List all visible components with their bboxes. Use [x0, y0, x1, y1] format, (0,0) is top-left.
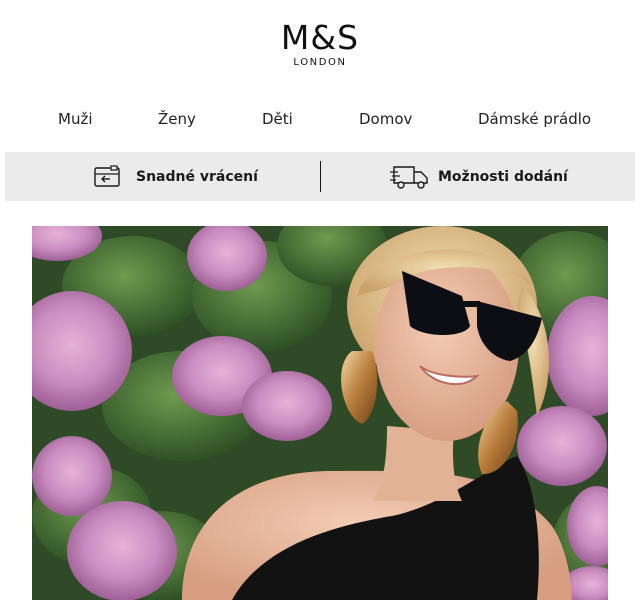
- delivery-label: Možnosti dodání: [438, 168, 568, 185]
- email-page: M&S LONDON Muži Ženy Děti Domov Dámské p…: [0, 0, 640, 600]
- return-box-icon: [88, 162, 128, 192]
- nav-item-zeny[interactable]: Ženy: [158, 108, 196, 130]
- service-divider: [320, 161, 321, 192]
- nav-item-muzi[interactable]: Muži: [58, 108, 93, 130]
- brand-subtitle: LONDON: [293, 57, 347, 68]
- nav-item-domov[interactable]: Domov: [359, 108, 412, 130]
- brand-logo[interactable]: M&S LONDON: [0, 18, 640, 69]
- nav-item-deti[interactable]: Děti: [262, 108, 293, 130]
- hero-image[interactable]: [32, 226, 608, 600]
- nav-item-damske-pradlo[interactable]: Dámské prádlo: [478, 108, 591, 130]
- main-nav: Muži Ženy Děti Domov Dámské prádlo: [0, 108, 640, 130]
- delivery-truck-icon: [390, 162, 430, 192]
- returns-label: Snadné vrácení: [136, 168, 258, 185]
- hero-photo-illustration: [32, 226, 608, 600]
- service-bar: Snadné vrácení Možnosti dodání: [5, 152, 635, 201]
- brand-name: M&S: [280, 18, 360, 57]
- delivery-link[interactable]: Možnosti dodání: [390, 152, 568, 201]
- returns-link[interactable]: Snadné vrácení: [88, 152, 258, 201]
